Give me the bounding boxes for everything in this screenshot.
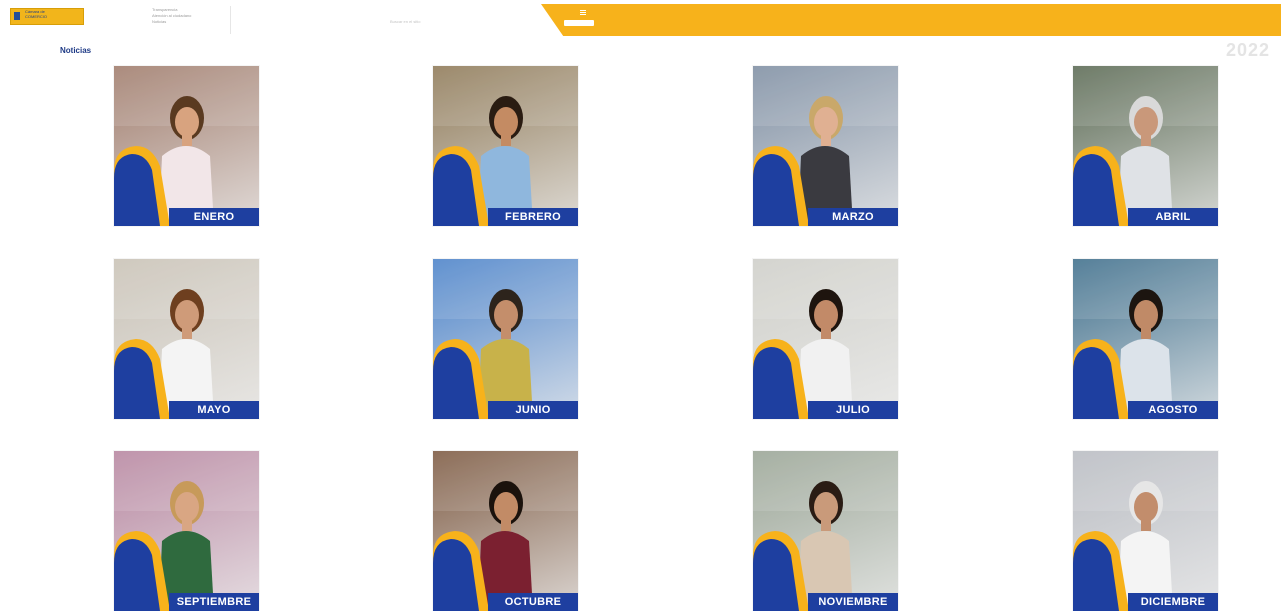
brand-corner-graphic: [1073, 146, 1129, 226]
month-label: JULIO: [808, 401, 898, 419]
header: Cámara de COMERCIO Transparencia Atenció…: [0, 0, 1281, 36]
brand-corner-graphic: [433, 531, 489, 611]
month-card-abril[interactable]: ABRIL: [1073, 66, 1218, 226]
header-search-box[interactable]: [564, 20, 594, 26]
brand-corner-graphic: [753, 146, 809, 226]
month-card-febrero[interactable]: FEBRERO: [433, 66, 578, 226]
brand-corner-graphic: [1073, 531, 1129, 611]
month-card-enero[interactable]: ENERO: [114, 66, 259, 226]
brand-corner-graphic: [114, 146, 170, 226]
month-label: SEPTIEMBRE: [169, 593, 259, 611]
month-card-junio[interactable]: JUNIO: [433, 259, 578, 419]
page-title: Noticias: [60, 46, 92, 55]
month-card-julio[interactable]: JULIO: [753, 259, 898, 419]
header-link-news[interactable]: Noticias: [152, 19, 191, 25]
month-card-octubre[interactable]: OCTUBRE: [433, 451, 578, 611]
year-heading: 2022: [1226, 40, 1271, 60]
month-card-septiembre[interactable]: SEPTIEMBRE: [114, 451, 259, 611]
month-label: ABRIL: [1128, 208, 1218, 226]
month-label: FEBRERO: [488, 208, 578, 226]
month-card-mayo[interactable]: MAYO: [114, 259, 259, 419]
menu-icon[interactable]: [580, 10, 586, 15]
month-label: ENERO: [169, 208, 259, 226]
brand-corner-graphic: [433, 146, 489, 226]
logo-text: Cámara de COMERCIO: [25, 9, 47, 19]
month-card-agosto[interactable]: AGOSTO: [1073, 259, 1218, 419]
month-card-marzo[interactable]: MARZO: [753, 66, 898, 226]
brand-corner-graphic: [1073, 339, 1129, 419]
header-links: Transparencia Atención al ciudadano Noti…: [152, 7, 191, 25]
brand-yellow-band: [541, 4, 1281, 36]
brand-corner-graphic: [114, 339, 170, 419]
header-divider: [230, 6, 231, 34]
month-card-diciembre[interactable]: DICIEMBRE: [1073, 451, 1218, 611]
brand-corner-graphic: [753, 339, 809, 419]
logo-mark-icon: [14, 12, 20, 20]
month-label: NOVIEMBRE: [808, 593, 898, 611]
month-label: MAYO: [169, 401, 259, 419]
month-card-noviembre[interactable]: NOVIEMBRE: [753, 451, 898, 611]
month-label: MARZO: [808, 208, 898, 226]
brand-corner-graphic: [753, 531, 809, 611]
month-label: JUNIO: [488, 401, 578, 419]
brand-corner-graphic: [114, 531, 170, 611]
search-input[interactable]: Buscar en el sitio: [390, 19, 420, 24]
month-label: DICIEMBRE: [1128, 593, 1218, 611]
month-label: AGOSTO: [1128, 401, 1218, 419]
chamber-logo[interactable]: Cámara de COMERCIO: [10, 8, 84, 25]
month-label: OCTUBRE: [488, 593, 578, 611]
brand-corner-graphic: [433, 339, 489, 419]
